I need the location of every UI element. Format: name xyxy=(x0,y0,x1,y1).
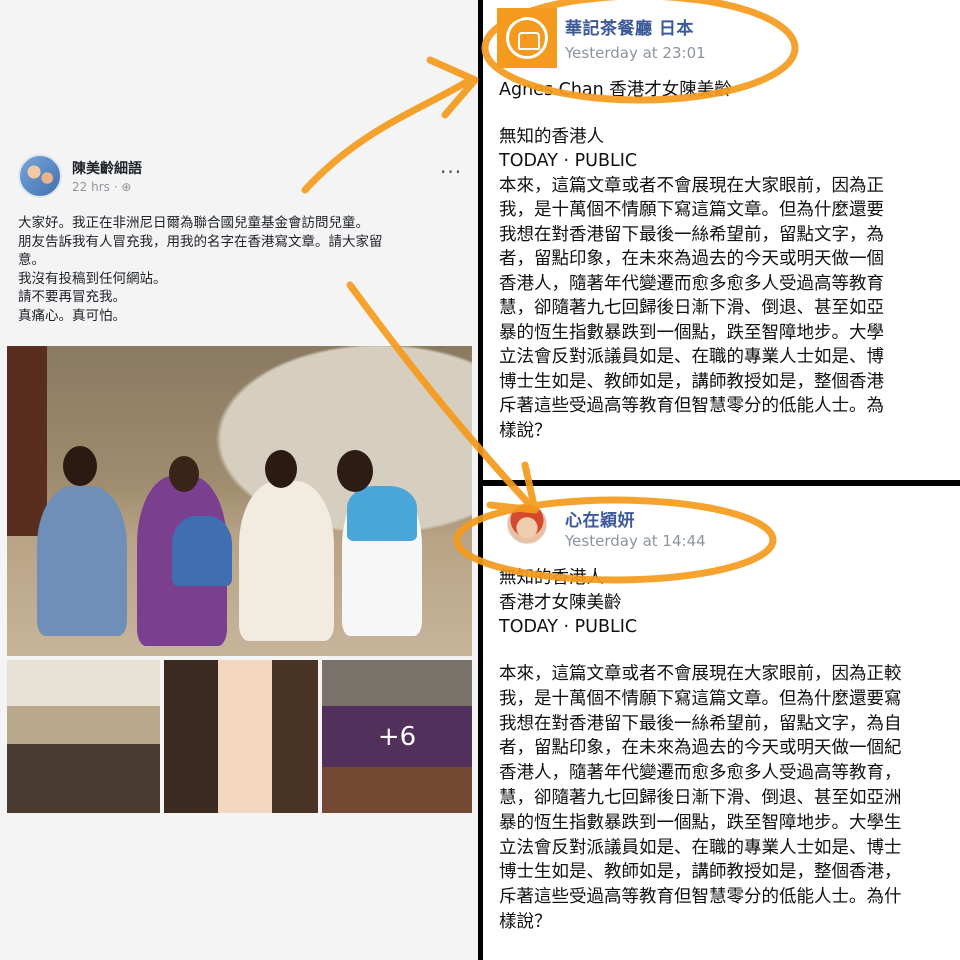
post-line: 斥著這些受過高等教育但智慧零分的低能人士。為什 xyxy=(499,887,902,908)
photo-door xyxy=(7,346,47,536)
post-line: 暴的恆生指數暴跌到一個點，跌至智障地步。大學生 xyxy=(499,812,902,833)
bottom-right-post-panel: 心在穎妍 Yesterday at 14:44 無知的香港人 香港才女陳美齡 T… xyxy=(483,486,960,960)
photo-head xyxy=(63,446,97,486)
left-post-panel: 陳美齡細語 22 hrs · ⊕ ··· 大家好。我正在非洲尼日爾為聯合國兒童基… xyxy=(0,0,478,960)
main-photo[interactable] xyxy=(7,346,472,656)
post-line: 立法會反對派議員如是、在職的專業人士如是、博 xyxy=(499,347,884,367)
post-line: 者，留點印象，在未來為過去的今天或明天做一個 xyxy=(499,249,884,269)
post-line: 樣說？ xyxy=(499,420,552,441)
post-line: 我想在對香港留下最後一絲希望前，留點文字，為自 xyxy=(499,713,902,734)
post-line: 立法會反對派議員如是、在職的專業人士如是、博士 xyxy=(499,837,902,858)
page-name[interactable]: 心在穎妍 xyxy=(565,506,635,531)
top-right-post-panel: 華記茶餐廳 日本 Yesterday at 23:01 Agnes Chan 香… xyxy=(483,0,960,480)
post-text: 本來，這篇文章或者不會展現在大家眼前，因為正較 我，是十萬個不情願下寫這篇文章。… xyxy=(499,662,960,935)
post-header: 無知的香港人 香港才女陳美齡 TODAY · PUBLIC xyxy=(499,566,960,640)
post-line: 本來，這篇文章或者不會展現在大家眼前，因為正 xyxy=(499,175,884,196)
post-line: 朋友告訴我有人冒充我，用我的名字在香港寫文章。請大家留 xyxy=(18,233,383,250)
post-line: 無知的香港人 xyxy=(499,568,604,588)
avatar[interactable] xyxy=(507,504,547,544)
photo-thumbnail[interactable] xyxy=(164,660,318,813)
post-line: 博士生如是、教師如是，講師教授如是，整個香港 xyxy=(499,371,884,392)
photo-thumbnail[interactable] xyxy=(7,660,160,813)
post-line: 意。 xyxy=(18,252,45,268)
post-line: 慧，卻隨著九七回歸後日漸下滑、倒退、甚至如亞洲 xyxy=(499,787,902,808)
post-line: 我，是十萬個不情願下寫這篇文章。但為什麼還要寫 xyxy=(499,688,902,709)
photo-head xyxy=(265,450,297,488)
post-line: TODAY · PUBLIC xyxy=(499,617,638,637)
post-line: 者，留點印象，在未來為過去的今天或明天做一個紀 xyxy=(499,738,902,759)
post-timestamp[interactable]: 22 hrs · ⊕ xyxy=(72,180,131,194)
post-line: 香港人，隨著年代變遷而愈多愈多人受過高等教育 xyxy=(499,273,884,294)
photo-head xyxy=(169,456,199,492)
post-timestamp[interactable]: Yesterday at 14:44 xyxy=(565,532,706,550)
photo-person xyxy=(239,481,334,641)
photo-person xyxy=(37,486,127,636)
photo-thumbnail[interactable]: +6 xyxy=(322,660,472,813)
page-name[interactable]: 華記茶餐廳 日本 xyxy=(565,14,694,39)
post-line: 我沒有投稿到任何網站。 xyxy=(18,270,167,287)
page-logo-icon[interactable] xyxy=(497,8,557,68)
post-line: 真痛心。真可怕。 xyxy=(18,307,126,324)
post-line: 大家好。我正在非洲尼日爾為聯合國兒童基金會訪問兒童。 xyxy=(18,215,369,231)
post-author[interactable]: 陳美齡細語 xyxy=(72,158,142,178)
post-line: Agnes Chan 香港才女陳美齡 xyxy=(499,80,732,100)
post-line: 博士生如是、教師如是，講師教授如是，整個香港， xyxy=(499,862,902,883)
post-line: 樣說？ xyxy=(499,911,552,932)
more-photos-count[interactable]: +6 xyxy=(322,660,472,813)
post-line: 本來，這篇文章或者不會展現在大家眼前，因為正較 xyxy=(499,664,902,684)
post-line: 無知的香港人 xyxy=(499,126,604,147)
post-line: 暴的恆生指數暴跌到一個點，跌至智障地步。大學 xyxy=(499,322,884,343)
post-line: 慧，卻隨著九七回歸後日漸下滑、倒退、甚至如亞 xyxy=(499,298,884,318)
post-line: 我，是十萬個不情願下寫這篇文章。但為什麼還要 xyxy=(499,200,884,220)
post-timestamp[interactable]: Yesterday at 23:01 xyxy=(565,44,706,62)
more-icon[interactable]: ··· xyxy=(440,160,462,184)
post-line: 香港人，隨著年代變遷而愈多愈多人受過高等教育， xyxy=(499,763,902,784)
post-line: 請不要再冒充我。 xyxy=(18,289,126,305)
post-line: 我想在對香港留下最後一絲希望前，留點文字，為 xyxy=(499,224,884,245)
post-line: 斥著這些受過高等教育但智慧零分的低能人士。為 xyxy=(499,396,884,416)
post-line: TODAY · PUBLIC xyxy=(499,151,638,171)
post-text: 大家好。我正在非洲尼日爾為聯合國兒童基金會訪問兒童。 朋友告訴我有人冒充我，用我… xyxy=(18,214,470,325)
photo-person xyxy=(347,486,417,541)
post-line: 香港才女陳美齡 xyxy=(499,592,622,613)
post-text: Agnes Chan 香港才女陳美齡 無知的香港人 TODAY · PUBLIC… xyxy=(499,78,960,443)
photo-person xyxy=(172,516,232,586)
avatar[interactable] xyxy=(18,154,62,198)
photo-head xyxy=(337,450,373,492)
